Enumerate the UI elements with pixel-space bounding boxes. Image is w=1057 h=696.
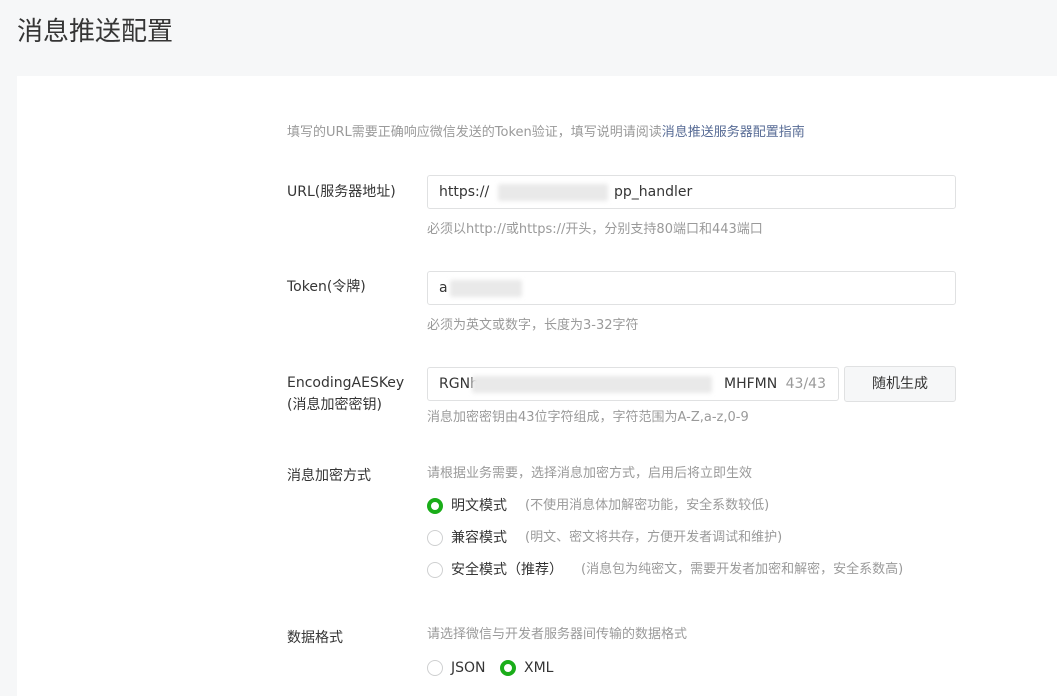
token-label: Token(令牌) (287, 279, 366, 295)
format-option-json[interactable]: JSON (427, 658, 497, 678)
encrypt-mode-label: 消息加密方式 (287, 468, 371, 484)
json-label: JSON (451, 660, 486, 676)
url-value-suffix: pp_handler (614, 184, 693, 200)
secure-mode-desc: (消息包为纯密文，需要开发者加密和解密，安全系数高) (581, 562, 904, 577)
token-input[interactable]: a (427, 271, 956, 305)
encrypt-mode-hint: 请根据业务需要，选择消息加密方式，启用后将立即生效 (427, 466, 753, 481)
compatible-mode-label: 兼容模式 (451, 530, 507, 546)
intro-text: 填写的URL需要正确响应微信发送的Token验证，填写说明请阅读 (287, 125, 662, 140)
url-hint: 必须以http://或https://开头，分别支持80端口和443端口 (427, 222, 763, 237)
aes-hint: 消息加密密钥由43位字符组成，字符范围为A-Z,a-z,0-9 (427, 410, 749, 425)
url-label: URL(服务器地址) (287, 184, 396, 200)
plain-mode-label: 明文模式 (451, 498, 507, 514)
radio-compatible-mode[interactable] (427, 530, 443, 546)
config-panel: 填写的URL需要正确响应微信发送的Token验证，填写说明请阅读消息推送服务器配… (17, 76, 1057, 696)
aes-value-suffix: MHFMN (724, 376, 778, 392)
aes-label-line1: EncodingAESKey (287, 375, 405, 391)
secure-mode-label: 安全模式（推荐） (451, 562, 563, 578)
data-format-label: 数据格式 (287, 630, 343, 646)
radio-json[interactable] (427, 660, 443, 676)
aes-label-line2: (消息加密密钥) (287, 397, 382, 413)
page-title: 消息推送配置 (17, 17, 174, 47)
encrypt-option-secure[interactable]: 安全模式（推荐） (消息包为纯密文，需要开发者加密和解密，安全系数高) (427, 560, 987, 580)
radio-secure-mode[interactable] (427, 562, 443, 578)
xml-label: XML (524, 660, 554, 676)
encrypt-option-compatible[interactable]: 兼容模式 (明文、密文将共存，方便开发者调试和维护) (427, 528, 947, 548)
intro-tip: 填写的URL需要正确响应微信发送的Token验证，填写说明请阅读消息推送服务器配… (287, 124, 805, 142)
config-guide-link[interactable]: 消息推送服务器配置指南 (662, 125, 805, 140)
aes-char-counter: 43/43 (785, 376, 826, 392)
url-redaction (498, 184, 608, 201)
encrypt-option-plain[interactable]: 明文模式 (不使用消息体加解密功能，安全系数较低) (427, 496, 947, 516)
radio-xml[interactable] (500, 660, 516, 676)
compatible-mode-desc: (明文、密文将共存，方便开发者调试和维护) (525, 530, 783, 545)
token-value-prefix: a (439, 280, 448, 296)
data-format-hint: 请选择微信与开发者服务器间传输的数据格式 (427, 627, 688, 642)
format-option-xml[interactable]: XML (500, 658, 570, 678)
random-generate-button[interactable]: 随机生成 (844, 366, 956, 402)
aes-key-input[interactable]: RGNh MHFMN 43/43 (427, 367, 839, 401)
token-redaction (450, 280, 522, 297)
plain-mode-desc: (不使用消息体加解密功能，安全系数较低) (525, 498, 770, 513)
url-value-prefix: https:// (439, 184, 490, 200)
radio-plain-mode[interactable] (427, 498, 443, 514)
aes-redaction (472, 376, 712, 393)
url-input[interactable]: https:// pp_handler (427, 175, 956, 209)
token-hint: 必须为英文或数字，长度为3-32字符 (427, 318, 639, 333)
